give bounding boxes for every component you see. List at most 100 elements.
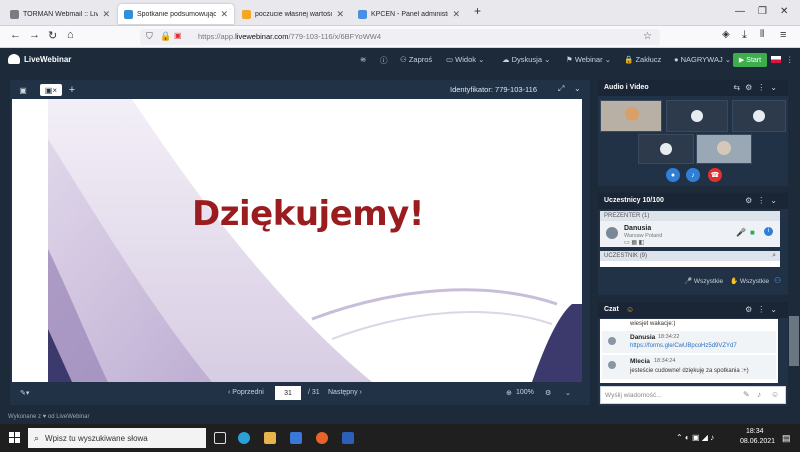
microphone-icon[interactable]: ♪	[757, 390, 761, 399]
hangup-button[interactable]: ☎	[708, 168, 722, 182]
invite-button[interactable]: ⚇ Zaproś	[400, 55, 432, 64]
firefox-icon[interactable]	[316, 432, 328, 444]
zoom-app-icon[interactable]	[290, 432, 302, 444]
start-button[interactable]: ▶ Start	[733, 53, 767, 67]
reload-icon[interactable]: ↻	[48, 29, 57, 42]
google-forms-icon	[242, 9, 251, 19]
close-icon[interactable]: ✕	[452, 9, 460, 20]
settings-icon[interactable]: ⚙	[545, 389, 551, 397]
audio-video-header: Audio i Video ⇆⚙⋮⌄	[598, 80, 788, 96]
discussion-menu[interactable]: ☁ Dyskusja ⌄	[502, 55, 550, 64]
chevron-down-icon[interactable]: ⌄	[565, 389, 571, 397]
record-menu[interactable]: ● NAGRYWAJ ⌄	[674, 55, 731, 64]
presenter-row[interactable]: Danusia Warsaw Poland ▭ ▦ ◧ 🎤 ■ i	[600, 221, 780, 247]
livewebinar-icon	[124, 9, 133, 19]
app-header: LiveWebinar ≋ ⓘ ⚇ Zaproś ▭ Widok ⌄ ☁ Dys…	[0, 48, 800, 72]
word-icon[interactable]	[342, 432, 354, 444]
add-user-icon[interactable]: ⚇	[774, 276, 781, 285]
page-number-input[interactable]	[275, 386, 301, 400]
tab-spotkanie[interactable]: Spotkanie podsumowujące w ramach ✕	[118, 4, 234, 24]
system-tray-icons[interactable]: ⌃ ◐ ▣ ◢ ♪	[676, 433, 714, 442]
filter-hand-button[interactable]: ✋ Wszystkie	[730, 277, 769, 285]
panel-controls[interactable]: ⚙⋮⌄	[745, 196, 782, 205]
video-tile-2[interactable]	[666, 100, 728, 132]
search-icon[interactable]: ⌕	[772, 251, 776, 261]
camera-view-icon[interactable]: ▣	[16, 84, 30, 96]
avatar-icon	[753, 110, 765, 122]
panel-controls[interactable]: ⚙⋮⌄	[745, 305, 782, 314]
tab-torman-webmail[interactable]: TORMAN Webmail :: LiveWebin ✕	[4, 4, 116, 24]
file-explorer-icon[interactable]	[264, 432, 276, 444]
pocket-icon[interactable]: ◈	[722, 29, 730, 40]
back-icon[interactable]: ←	[10, 29, 21, 41]
tab-poczucie[interactable]: poczucie własnej wartości - Go ✕	[236, 4, 350, 24]
emoji-icon[interactable]: ☺	[626, 305, 634, 314]
add-view-icon[interactable]: +	[66, 84, 78, 96]
chat-message: Mlecia 18:34:24 jesteście cudowne! dzięk…	[602, 355, 776, 379]
webinar-identifier: Identyfikator: 779-103-116	[450, 85, 538, 94]
zoom-level[interactable]: 100%	[516, 389, 534, 396]
pencil-icon[interactable]: ✎▾	[20, 389, 29, 397]
chevron-down-icon[interactable]: ⌄	[574, 84, 581, 93]
microphone-toggle-button[interactable]: ♪	[686, 168, 700, 182]
forward-icon[interactable]: →	[29, 29, 40, 41]
page-total: / 31	[308, 389, 320, 396]
side-notes-tab[interactable]	[789, 316, 799, 366]
more-icon[interactable]: ⋮	[786, 55, 794, 64]
participants-panel: Uczestnicy 10/100 ⚙⋮⌄ PREZENTER (1) Danu…	[598, 193, 788, 295]
view-menu[interactable]: ▭ Widok ⌄	[446, 55, 484, 64]
previous-page-button[interactable]: ‹ Poprzedni	[228, 389, 264, 396]
shield-icon: ⛉	[146, 31, 153, 41]
info-icon[interactable]: ⓘ	[380, 55, 388, 66]
chat-header: Czat ☺ ⚙⋮⌄	[598, 302, 788, 318]
video-tile-4[interactable]	[638, 134, 694, 164]
chat-input[interactable]: Wyślij wiadomość...	[605, 392, 662, 399]
filter-mic-button[interactable]: 🎤 Wszystkie	[684, 277, 723, 285]
video-tile-5[interactable]	[696, 134, 752, 164]
edge-icon[interactable]	[238, 432, 250, 444]
minimize-icon[interactable]: —	[735, 6, 745, 17]
new-tab-icon[interactable]: +	[474, 4, 481, 18]
attendee-list[interactable]	[600, 261, 780, 267]
lock-menu[interactable]: 🔒 Zakłucz	[624, 55, 661, 64]
video-tile-3[interactable]	[732, 100, 786, 132]
camera-icon[interactable]: ■	[750, 228, 755, 237]
presenter-video-icon	[625, 107, 639, 121]
download-icon[interactable]: ⤓	[742, 29, 747, 42]
notifications-icon[interactable]: ▤	[782, 433, 791, 444]
participants-header: Uczestnicy 10/100 ⚙⋮⌄	[598, 193, 788, 209]
task-view-icon[interactable]	[214, 432, 226, 444]
tab-kpcen[interactable]: KPCEN - Panel administracyjny ✕	[352, 4, 466, 24]
next-page-button[interactable]: Następny ›	[328, 389, 362, 396]
polish-flag-icon[interactable]	[771, 56, 781, 63]
attach-icon[interactable]: ✎	[743, 390, 750, 399]
windows-start-icon[interactable]	[9, 432, 21, 444]
livewebinar-logo: LiveWebinar	[8, 54, 71, 64]
chat-input-box[interactable]: Wyślij wiadomość... ✎ ♪ ☺	[600, 386, 786, 404]
webinar-menu[interactable]: ⚑ Webinar ⌄	[566, 55, 611, 64]
maximize-icon[interactable]: ❐	[758, 6, 767, 17]
zoom-icon[interactable]: ⊕	[506, 389, 512, 397]
close-icon[interactable]: ✕	[220, 9, 228, 20]
close-icon[interactable]: ✕	[102, 9, 110, 20]
presenter-section-label: PREZENTER (1)	[600, 211, 780, 221]
camera-toggle-button[interactable]: ●	[666, 168, 680, 182]
device-icons: ▭ ▦ ◧	[624, 240, 645, 246]
home-icon[interactable]: ⌂	[67, 29, 74, 41]
info-icon[interactable]: i	[764, 227, 773, 236]
microphone-icon[interactable]: 🎤	[736, 228, 746, 237]
expand-icon[interactable]: ⤢	[558, 84, 564, 94]
bookmark-star-icon[interactable]: ☆	[643, 31, 652, 42]
window-close-icon[interactable]: ✕	[780, 6, 788, 17]
browser-nav-bar: ← → ↻ ⌂ ⛉ 🔒 ▣ https://app.livewebinar.co…	[0, 26, 800, 48]
address-bar[interactable]: ⛉ 🔒 ▣ https://app.livewebinar.com/779-10…	[140, 29, 660, 45]
taskbar-search[interactable]: ⌕ Wpisz tu wyszukiwane słowa	[28, 428, 206, 448]
menu-icon[interactable]: ≡	[780, 29, 786, 41]
close-icon[interactable]: ✕	[336, 9, 344, 20]
form-link[interactable]: https://forms.gle/CwUBpcoHz5d9VZYd7	[630, 343, 737, 349]
emoji-icon[interactable]: ☺	[771, 390, 779, 399]
video-tile-presenter[interactable]	[600, 100, 662, 132]
camera-view-icon-active[interactable]: ▣×	[40, 84, 62, 96]
panel-controls[interactable]: ⇆⚙⋮⌄	[733, 83, 782, 92]
library-icon[interactable]: ⫴	[760, 29, 764, 40]
